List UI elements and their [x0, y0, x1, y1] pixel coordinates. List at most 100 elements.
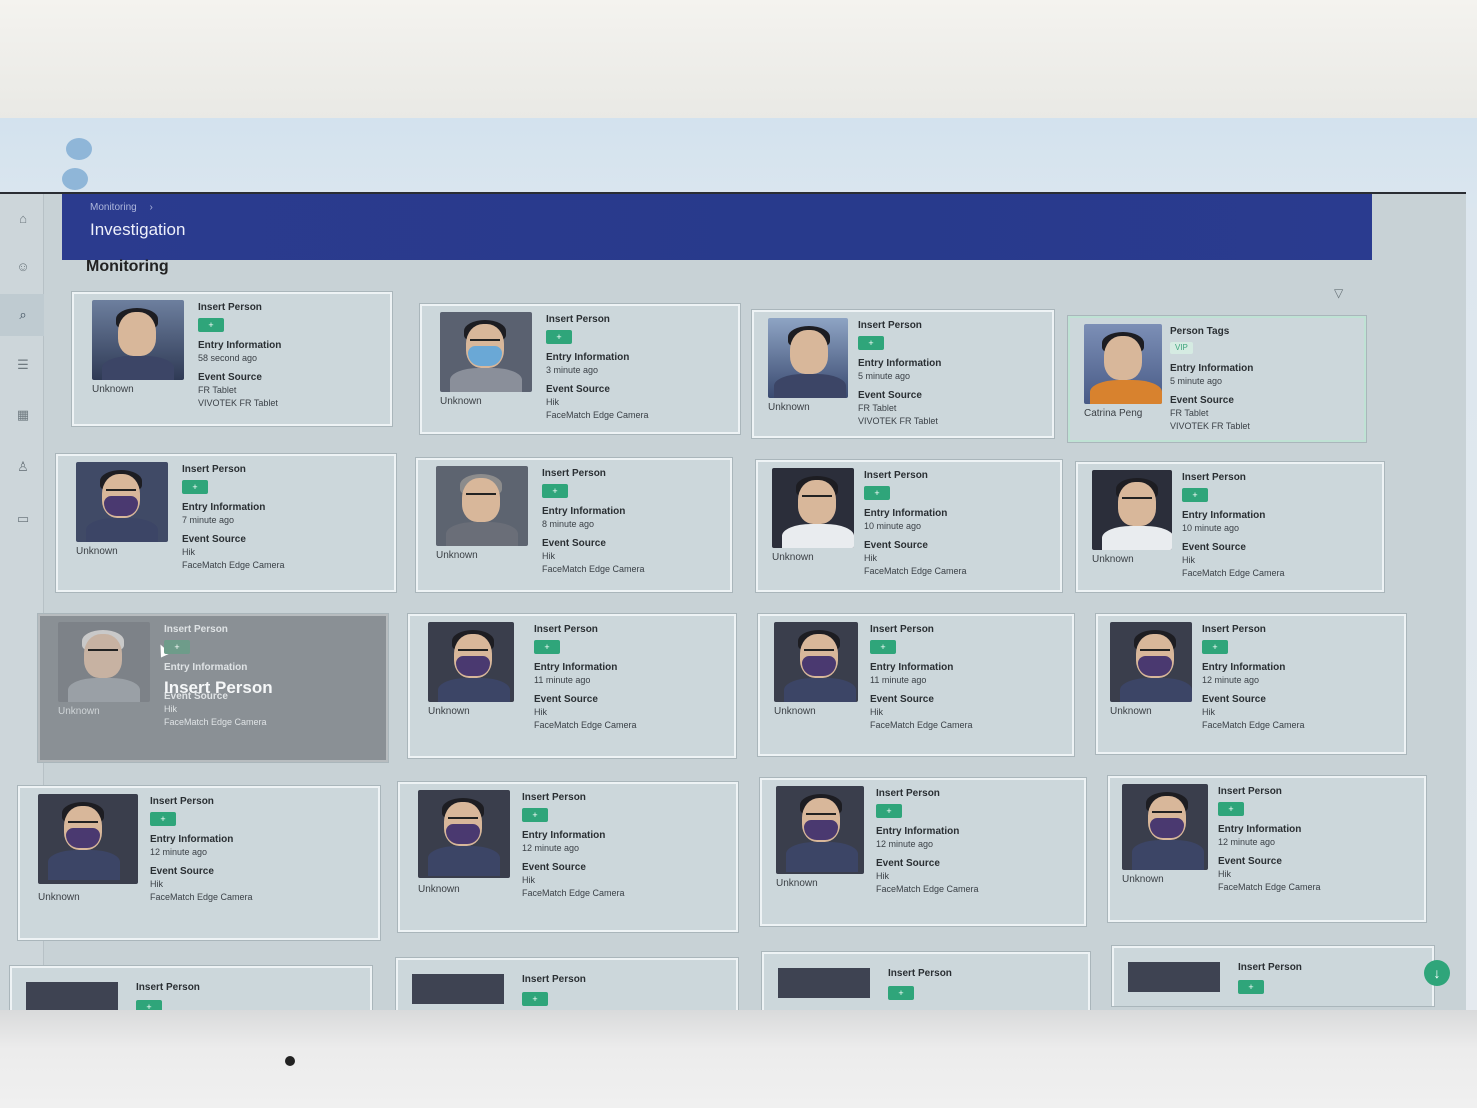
face-photo	[772, 468, 854, 548]
breadcrumb-monitoring[interactable]: Monitoring	[90, 202, 137, 213]
entry-information-heading: Entry Information	[1170, 363, 1254, 374]
add-person-icon[interactable]: +	[542, 484, 568, 498]
face-photo	[38, 794, 138, 884]
event-source-heading: Event Source	[534, 694, 598, 705]
event-card-vip[interactable]: Catrina Peng Person Tags VIP Entry Infor…	[1068, 316, 1366, 442]
add-person-icon[interactable]: +	[1202, 640, 1228, 654]
event-card-partial[interactable]: Insert Person +	[10, 966, 372, 1012]
add-person-icon[interactable]: +	[1182, 488, 1208, 502]
add-person-icon[interactable]: +	[888, 986, 914, 1000]
event-source-heading: Event Source	[522, 862, 586, 873]
event-source-type: Hik	[542, 551, 555, 561]
add-person-icon[interactable]: +	[546, 330, 572, 344]
add-person-icon[interactable]: +	[1238, 980, 1264, 994]
insert-person-label: Insert Person	[164, 624, 228, 635]
event-source-device: FaceMatch Edge Camera	[870, 720, 973, 730]
entry-information-heading: Entry Information	[864, 508, 948, 519]
bezel-dot	[285, 1056, 295, 1066]
event-card[interactable]: Unknown Insert Person + Entry Informatio…	[760, 778, 1086, 926]
event-source-device: VIVOTEK FR Tablet	[1170, 421, 1250, 431]
event-source-type: Hik	[864, 553, 877, 563]
entry-information-heading: Entry Information	[542, 506, 626, 517]
face-photo	[428, 622, 514, 702]
add-person-icon[interactable]: +	[870, 640, 896, 654]
event-card[interactable]: Unknown Insert Person + Entry Informatio…	[1076, 462, 1384, 592]
list-icon[interactable]: ☰	[14, 356, 32, 374]
face-photo	[1110, 622, 1192, 702]
event-card[interactable]: Unknown Insert Person + Entry Informatio…	[758, 614, 1074, 756]
add-person-icon[interactable]: +	[522, 992, 548, 1006]
event-source-heading: Event Source	[546, 384, 610, 395]
entry-time: 12 minute ago	[1202, 675, 1260, 685]
entry-time: 11 minute ago	[534, 675, 591, 685]
add-person-icon[interactable]: +	[858, 336, 884, 350]
home-icon[interactable]: ⌂	[14, 210, 32, 228]
event-source-device: FaceMatch Edge Camera	[546, 410, 649, 420]
event-card[interactable]: Unknown Insert Person + Entry Informatio…	[56, 454, 396, 592]
download-icon[interactable]: ↓	[1424, 960, 1450, 986]
face-photo	[1122, 784, 1208, 870]
add-person-icon[interactable]: +	[522, 808, 548, 822]
entry-time: 7 minute ago	[182, 515, 235, 525]
event-source-device: FaceMatch Edge Camera	[1218, 882, 1321, 892]
event-source-type: FR Tablet	[1170, 408, 1209, 418]
event-card[interactable]: Unknown Insert Person + Entry Informatio…	[18, 786, 380, 940]
event-card-hovered[interactable]: Unknown Insert Person + Entry Informatio…	[38, 614, 388, 762]
entry-time: 8 minute ago	[542, 519, 595, 529]
add-person-icon[interactable]: +	[1218, 802, 1244, 816]
add-person-icon[interactable]: +	[182, 480, 208, 494]
add-person-icon[interactable]: +	[150, 812, 176, 826]
event-card[interactable]: Unknown Insert Person + Entry Informatio…	[756, 460, 1062, 592]
face-photo	[58, 622, 150, 702]
face-photo	[76, 462, 168, 542]
event-card-partial[interactable]: Insert Person +	[1112, 946, 1434, 1006]
face-photo	[436, 466, 528, 546]
entry-information-heading: Entry Information	[198, 340, 282, 351]
event-source-heading: Event Source	[1182, 542, 1246, 553]
face-photo	[92, 300, 184, 380]
face-photo	[774, 622, 858, 702]
event-card[interactable]: Unknown Insert Person + Entry Informatio…	[1108, 776, 1426, 922]
person-name: Unknown	[418, 884, 460, 895]
event-source-device: FaceMatch Edge Camera	[164, 717, 267, 727]
insert-person-label: Insert Person	[1218, 786, 1282, 797]
event-source-heading: Event Source	[198, 372, 262, 383]
event-source-type: Hik	[182, 547, 195, 557]
entry-time: 12 minute ago	[522, 843, 580, 853]
person-icon[interactable]: ♙	[14, 458, 32, 476]
person-name: Unknown	[1122, 874, 1164, 885]
insert-person-label: Insert Person	[522, 792, 586, 803]
add-person-icon[interactable]: +	[198, 318, 224, 332]
event-source-device: FaceMatch Edge Camera	[864, 566, 967, 576]
face-photo	[26, 982, 118, 1012]
face-photo	[778, 968, 870, 998]
search-icon[interactable]: ⌕	[14, 306, 32, 324]
breadcrumb: Monitoring ›	[90, 202, 153, 213]
event-source-heading: Event Source	[542, 538, 606, 549]
filter-icon[interactable]: ▽	[1334, 286, 1343, 300]
event-card-partial[interactable]: Insert Person +	[762, 952, 1090, 1012]
event-card[interactable]: Unknown Insert Person + Entry Informatio…	[408, 614, 736, 758]
event-card-partial[interactable]: Insert Person +	[396, 958, 738, 1012]
wall-background	[0, 0, 1477, 118]
entry-information-heading: Entry Information	[164, 662, 248, 673]
event-card[interactable]: Unknown Insert Person + Entry Informatio…	[1096, 614, 1406, 754]
entry-time: 12 minute ago	[876, 839, 934, 849]
building-icon[interactable]: ▦	[14, 406, 32, 424]
event-source-type: Hik	[534, 707, 547, 717]
event-card[interactable]: Unknown Insert Person + Entry Informatio…	[416, 458, 732, 592]
add-person-icon[interactable]: +	[534, 640, 560, 654]
person-name: Unknown	[428, 706, 470, 717]
event-source-heading: Event Source	[864, 540, 928, 551]
add-person-icon[interactable]: +	[164, 640, 190, 654]
event-card[interactable]: Unknown Insert Person + Entry Informatio…	[72, 292, 392, 426]
event-card[interactable]: Unknown Insert Person + Entry Informatio…	[398, 782, 738, 932]
add-person-icon[interactable]: +	[876, 804, 902, 818]
add-person-icon[interactable]: +	[864, 486, 890, 500]
event-card[interactable]: Unknown Insert Person + Entry Informatio…	[420, 304, 740, 434]
insert-person-label: Insert Person	[864, 470, 928, 481]
event-card[interactable]: Unknown Insert Person + Entry Informatio…	[752, 310, 1054, 438]
people-icon[interactable]: ☺	[14, 258, 32, 276]
face-photo	[440, 312, 532, 392]
id-card-icon[interactable]: ▭	[14, 510, 32, 528]
